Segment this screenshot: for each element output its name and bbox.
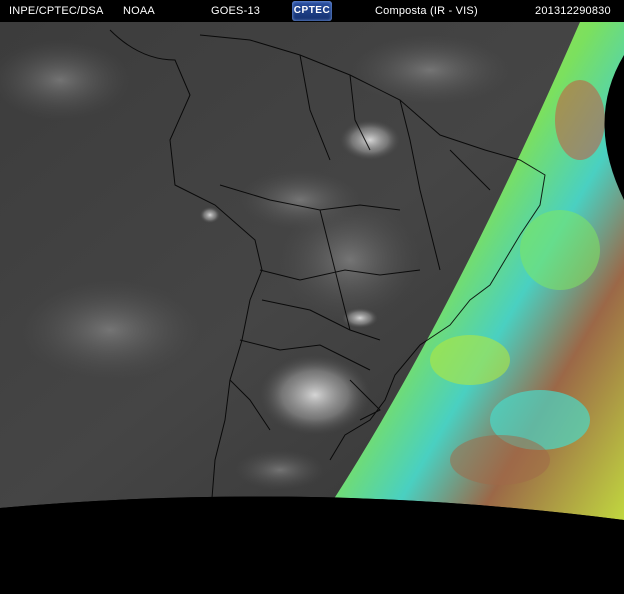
satellite-composite-image — [0, 22, 624, 594]
agency-label: INPE/CPTEC/DSA — [9, 5, 104, 17]
satellite-label: GOES-13 — [211, 5, 261, 17]
timestamp-label: 201312290830 — [535, 5, 611, 17]
source-label: NOAA — [123, 5, 155, 17]
product-label: Composta (IR - VIS) — [375, 5, 478, 17]
cptec-logo: CPTEC — [292, 1, 332, 21]
satellite-image-frame: INPE/CPTEC/DSA NOAA GOES-13 CPTEC Compos… — [0, 0, 624, 594]
earth-limb — [0, 496, 624, 594]
image-header-bar: INPE/CPTEC/DSA NOAA GOES-13 CPTEC Compos… — [0, 0, 624, 22]
ir-region — [0, 22, 624, 520]
